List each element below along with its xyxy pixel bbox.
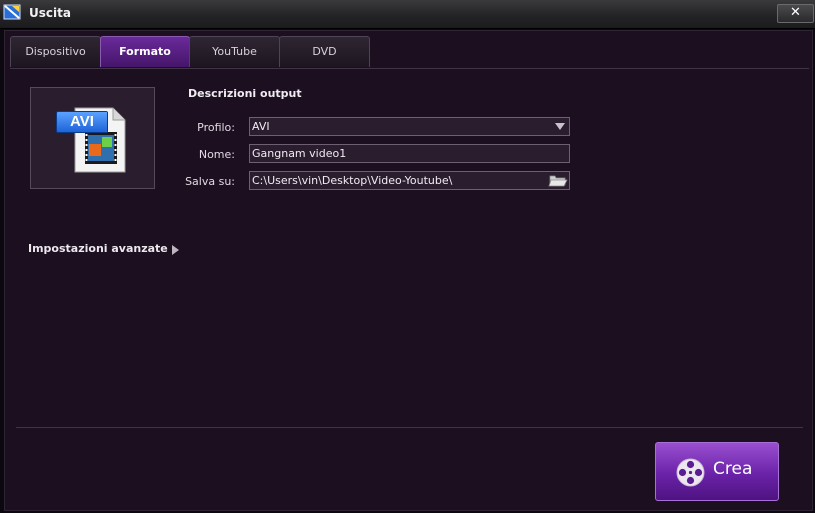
tab-dispositivo[interactable]: Dispositivo bbox=[10, 36, 101, 67]
title-bar: Uscita ✕ bbox=[0, 0, 815, 29]
window-title: Uscita bbox=[29, 6, 71, 20]
format-badge: AVI bbox=[57, 112, 107, 132]
chevron-right-icon[interactable] bbox=[172, 245, 179, 255]
name-input[interactable]: Gangnam video1 bbox=[249, 144, 570, 163]
app-icon bbox=[3, 4, 21, 20]
profile-label: Profilo: bbox=[197, 121, 235, 134]
profile-value: AVI bbox=[252, 120, 270, 133]
create-button-label: Crea bbox=[713, 459, 753, 479]
close-button[interactable]: ✕ bbox=[777, 4, 814, 23]
output-section-title: Descrizioni output bbox=[188, 87, 302, 100]
advanced-settings-toggle[interactable]: Impostazioni avanzate bbox=[28, 242, 168, 255]
save-path-label: Salva su: bbox=[185, 175, 235, 188]
folder-open-icon[interactable] bbox=[548, 173, 568, 188]
save-path-value: C:\Users\vin\Desktop\Video-Youtube\ bbox=[252, 174, 453, 187]
profile-select[interactable]: AVI bbox=[249, 117, 570, 136]
footer-divider bbox=[16, 427, 803, 428]
format-preview: AVI bbox=[30, 87, 155, 189]
tab-divider bbox=[10, 68, 809, 69]
tab-formato[interactable]: Formato bbox=[100, 36, 190, 67]
save-path-input[interactable]: C:\Users\vin\Desktop\Video-Youtube\ bbox=[249, 171, 570, 190]
tab-youtube[interactable]: YouTube bbox=[189, 36, 280, 67]
create-button[interactable]: Crea bbox=[655, 442, 779, 501]
chevron-down-icon bbox=[555, 123, 565, 130]
tab-dvd[interactable]: DVD bbox=[279, 36, 370, 67]
name-label: Nome: bbox=[198, 148, 235, 161]
film-reel-icon bbox=[676, 458, 705, 487]
output-dialog: Dispositivo Formato YouTube DVD AVI Desc… bbox=[4, 30, 813, 511]
